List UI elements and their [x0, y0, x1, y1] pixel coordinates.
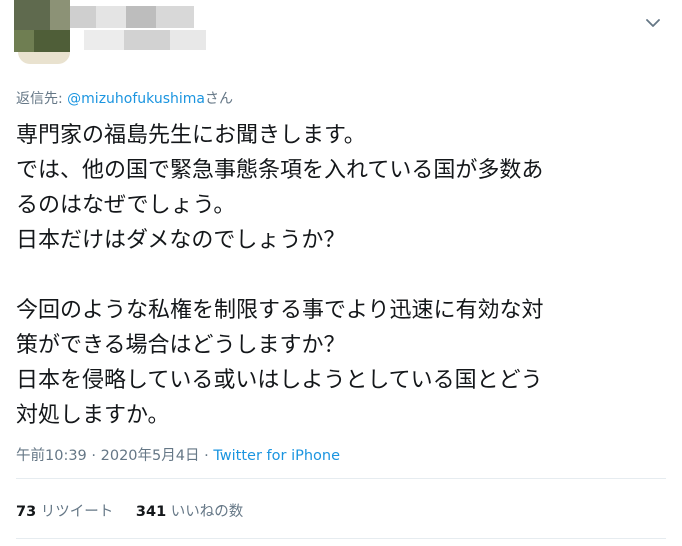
blurred-user-avatar[interactable] [14, 0, 210, 66]
tweet-text-line: 日本を侵略している或いはしようとしている国とどう [16, 368, 543, 393]
tweet-text-line: 対処しますか。 [16, 403, 170, 428]
retweets-stat[interactable]: 73 リツイート [16, 504, 113, 520]
meta-separator: · [86, 448, 101, 464]
tweet-time-link[interactable]: 午前10:39 [16, 448, 87, 464]
likes-label: いいねの数 [170, 504, 244, 520]
meta-separator: · [199, 448, 214, 464]
tweet-text-line: では、他の国で緊急事態条項を入れている国が多数あ [16, 158, 544, 183]
divider [16, 538, 666, 539]
retweets-label: リツイート [40, 504, 114, 520]
tweet-metadata: 午前10:39 · 2020年5月4日 · Twitter for iPhone [16, 444, 340, 465]
tweet-date-link[interactable]: 2020年5月4日 [101, 448, 200, 464]
tweet-text-line: 専門家の福島先生にお聞きします。 [16, 123, 366, 148]
tweet-source-link[interactable]: Twitter for iPhone [213, 448, 340, 464]
retweets-count: 73 [16, 504, 37, 520]
tweet-text-line [16, 258, 672, 293]
tweet-text-line: るのはなぜでしょう。 [16, 193, 236, 218]
tweet-stats: 73 リツイート 341 いいねの数 [16, 500, 261, 521]
chevron-down-icon[interactable] [642, 12, 664, 34]
reply-prefix: 返信先: [16, 91, 68, 107]
tweet-text-line: 今回のような私権を制限する事でより迅速に有効な対 [16, 298, 544, 323]
likes-count: 341 [135, 504, 167, 520]
tweet-text-line: 策ができる場合はどうしますか？ [16, 333, 346, 358]
reply-to-line: 返信先: @mizuhofukushimaさん [16, 88, 233, 108]
reply-mention-link[interactable]: @mizuhofukushima [67, 91, 205, 107]
likes-stat[interactable]: 341 いいねの数 [136, 504, 243, 520]
tweet-text: 専門家の福島先生にお聞きします。 では、他の国で緊急事態条項を入れている国が多数… [16, 118, 672, 433]
divider [16, 478, 666, 479]
reply-suffix: さん [204, 91, 233, 107]
tweet-text-line: 日本だけはダメなのでしょうか？ [16, 228, 346, 253]
